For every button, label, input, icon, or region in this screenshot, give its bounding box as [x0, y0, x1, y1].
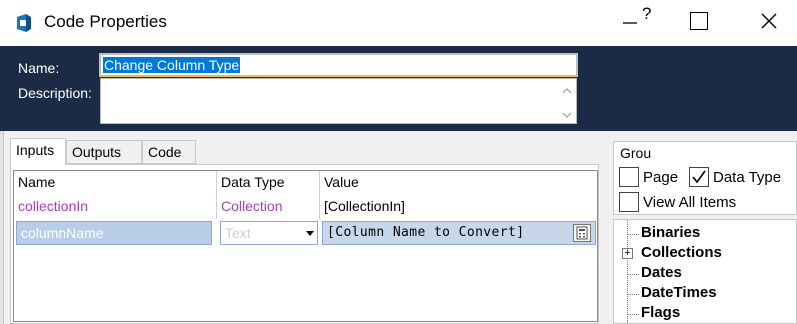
name-label: Name: — [18, 60, 60, 76]
tab-code[interactable]: Code — [142, 140, 196, 164]
help-button[interactable]: ? — [620, 4, 660, 40]
tab-inputs[interactable]: Inputs — [10, 138, 66, 165]
edit-row[interactable]: columnName Text [Column Name to Convert] — [14, 220, 597, 247]
left-edge-divider — [0, 131, 4, 324]
table-row[interactable]: collectionIn Collection [CollectionIn] — [14, 195, 597, 219]
group-by-panel: Grou Page Data Type View All Items — [613, 141, 797, 215]
tree-guide-line — [627, 220, 628, 324]
dialog-body: Inputs Outputs Code Name Data Type Value… — [0, 131, 797, 324]
scroll-down-icon[interactable] — [562, 107, 572, 118]
tree-item-collections[interactable]: Collections — [641, 244, 722, 261]
description-label: Description: — [18, 85, 92, 101]
dropdown-arrow-icon[interactable] — [306, 231, 314, 236]
app-icon — [14, 13, 34, 33]
tree-item-flags[interactable]: Flags — [641, 304, 680, 321]
scroll-up-icon[interactable] — [562, 83, 572, 94]
tab-outputs[interactable]: Outputs — [66, 140, 142, 164]
column-header-value[interactable]: Value — [320, 171, 597, 195]
data-type-checkbox-label[interactable]: Data Type — [713, 169, 781, 186]
description-scrollbar[interactable] — [558, 79, 576, 123]
maximize-button[interactable] — [690, 12, 708, 30]
checkmark-icon — [692, 170, 706, 184]
row-value-cell[interactable]: [CollectionIn] — [320, 195, 597, 219]
name-field-value: Change Column Type — [103, 57, 241, 73]
grid-header-row: Name Data Type Value — [14, 171, 597, 195]
page-checkbox[interactable] — [619, 167, 639, 187]
column-header-data-type[interactable]: Data Type — [217, 171, 317, 195]
properties-header: Name: Description: Change Column Type — [0, 46, 797, 131]
inputs-tab-page: Name Data Type Value collectionIn Collec… — [10, 164, 599, 324]
tree-item-dates[interactable]: Dates — [641, 264, 682, 281]
row-name-cell[interactable]: collectionIn — [14, 195, 214, 219]
edit-type-select[interactable]: Text — [220, 221, 318, 245]
expand-plus-icon[interactable]: + — [622, 248, 633, 259]
help-icon[interactable]: ? — [642, 4, 651, 24]
close-button[interactable] — [756, 8, 782, 34]
data-type-tree: Binaries + Collections Dates DateTimes F… — [613, 219, 797, 324]
close-icon[interactable] — [756, 8, 782, 34]
group-panel-title: Grou — [620, 145, 652, 161]
window-title: Code Properties — [44, 12, 167, 31]
expression-editor-button[interactable] — [573, 224, 591, 242]
edit-type-value: Text — [225, 225, 251, 241]
data-type-checkbox[interactable] — [689, 167, 709, 187]
tree-connector — [627, 294, 639, 295]
edit-value-text: [Column Name to Convert] — [327, 225, 525, 240]
description-field[interactable] — [100, 78, 577, 124]
tree-item-binaries[interactable]: Binaries — [641, 224, 700, 241]
minimize-icon[interactable] — [622, 10, 638, 31]
tree-connector — [627, 234, 639, 235]
row-type-cell[interactable]: Collection — [217, 195, 317, 219]
title-bar: Code Properties ? — [0, 0, 797, 46]
calculator-icon[interactable] — [574, 225, 590, 241]
tree-connector — [627, 274, 639, 275]
edit-name-input[interactable]: columnName — [16, 221, 212, 245]
tree-connector — [627, 314, 639, 315]
page-checkbox-label[interactable]: Page — [643, 169, 678, 186]
tree-item-datetimes[interactable]: DateTimes — [641, 284, 717, 301]
view-all-items-checkbox[interactable] — [619, 192, 639, 212]
column-header-name[interactable]: Name — [14, 171, 214, 195]
view-all-items-checkbox-label[interactable]: View All Items — [643, 194, 736, 211]
inputs-grid: Name Data Type Value collectionIn Collec… — [13, 170, 598, 322]
edit-value-input[interactable]: [Column Name to Convert] — [322, 221, 596, 245]
name-field[interactable]: Change Column Type — [99, 53, 578, 77]
